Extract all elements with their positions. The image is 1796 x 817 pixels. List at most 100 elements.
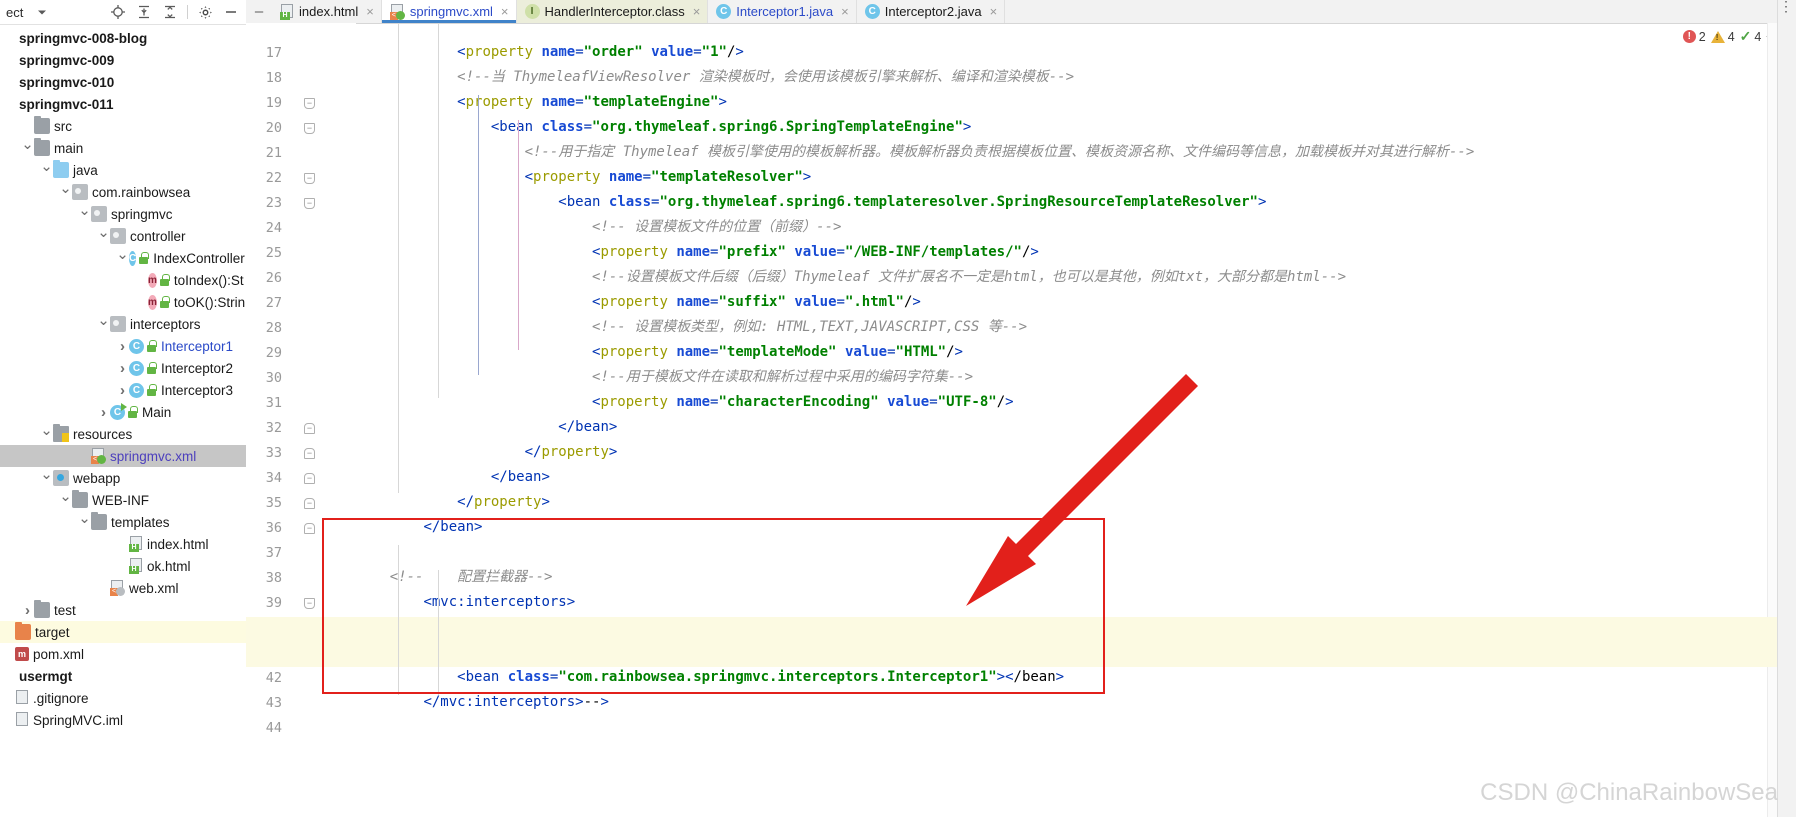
code-line[interactable]: <!--设置模板文件后缀（后缀）Thymeleaf 文件扩展名不一定是html，… — [356, 265, 1346, 290]
code-fold-toggle[interactable]: − — [304, 198, 315, 209]
close-tab-icon[interactable]: × — [366, 4, 374, 19]
editor-tab-bar[interactable]: – Hindex.html × < springmvc.xml × I HandlerInt… — [246, 0, 1796, 24]
code-line[interactable]: <property name="templateResolver"> — [356, 165, 812, 190]
code-fold-toggle[interactable]: − — [304, 123, 315, 134]
tree-item-gitignore[interactable]: .gitignore — [0, 687, 246, 709]
code-line[interactable]: <property name="order" value="1"/> — [356, 40, 744, 65]
chevron-down-icon[interactable] — [78, 207, 91, 222]
chevron-down-icon[interactable] — [40, 427, 53, 442]
tree-item-index-html[interactable]: Hindex.html — [0, 533, 246, 555]
code-fold-toggle[interactable]: − — [304, 98, 315, 109]
code-line[interactable]: <property name="suffix" value=".html"/> — [356, 290, 921, 315]
tree-item-templates[interactable]: templates — [0, 511, 246, 533]
code-line[interactable]: <bean class="org.thymeleaf.spring6.templ… — [356, 190, 1266, 215]
tree-item-src[interactable]: src — [0, 115, 246, 137]
chevron-down-icon[interactable] — [78, 515, 91, 530]
code-fold-toggle[interactable]: − — [304, 448, 315, 459]
tree-item-main[interactable]: C Main — [0, 401, 246, 423]
tree-item-com-rainbowsea[interactable]: com.rainbowsea — [0, 181, 246, 203]
code-line[interactable]: <!--当 ThymeleafViewResolver 渲染模板时，会使用该模板… — [356, 65, 1074, 90]
close-tab-icon[interactable]: × — [841, 4, 849, 19]
tree-item-springmvc[interactable]: springmvc — [0, 203, 246, 225]
tree-item-target[interactable]: target — [0, 621, 246, 643]
chevron-right-icon[interactable] — [116, 383, 129, 398]
chevron-down-icon[interactable] — [59, 185, 72, 200]
tree-item-main[interactable]: main — [0, 137, 246, 159]
tree-item-springmvc-009[interactable]: springmvc-009 — [0, 49, 246, 71]
chevron-down-icon[interactable] — [59, 493, 72, 508]
editor-gutter[interactable]: 17 18 19 − 20 − 21 22 − 23 − 24 25 26 27 28 29 30 31 32 − 33 −… — [246, 23, 356, 817]
code-line[interactable]: <!--用于指定 Thymeleaf 模板引擎使用的模板解析器。模板解析器负责根… — [356, 140, 1475, 165]
code-line[interactable]: </bean> — [356, 415, 617, 440]
code-line[interactable]: </property> — [356, 440, 618, 465]
chevron-down-icon[interactable] — [40, 163, 53, 178]
tree-item-web-inf[interactable]: WEB-INF — [0, 489, 246, 511]
tree-item-webapp[interactable]: webapp — [0, 467, 246, 489]
tree-item-java[interactable]: java — [0, 159, 246, 181]
more-options-icon[interactable]: ⋮ — [1779, 0, 1793, 13]
code-line[interactable]: <!--用于模板文件在读取和解析过程中采用的编码字符集--> — [356, 365, 973, 390]
chevron-down-icon[interactable] — [33, 3, 51, 21]
expand-all-icon[interactable] — [135, 3, 153, 21]
chevron-down-icon[interactable] — [40, 471, 53, 486]
tree-item-toindex-st[interactable]: m toIndex():St — [0, 269, 246, 291]
editor-tab-interceptor1-java[interactable]: C Interceptor1.java × — [708, 0, 857, 23]
tree-item-springmvc-iml[interactable]: SpringMVC.iml — [0, 709, 246, 731]
editor-tab-springmvc-xml[interactable]: < springmvc.xml × — [381, 0, 517, 23]
tree-item-test[interactable]: test — [0, 599, 246, 621]
code-line[interactable]: <mvc:interceptors> — [356, 590, 575, 615]
close-tab-icon[interactable]: × — [501, 4, 509, 19]
tree-item-interceptor3[interactable]: C Interceptor3 — [0, 379, 246, 401]
tree-item-usermgt[interactable]: usermgt — [0, 665, 246, 687]
project-tool-window[interactable]: ect springmvc-008-blog springmvc-009 sprin… — [0, 0, 247, 817]
collapse-all-icon[interactable] — [161, 3, 179, 21]
tree-item-springmvc-010[interactable]: springmvc-010 — [0, 71, 246, 93]
locate-icon[interactable] — [109, 3, 127, 21]
project-toolbar[interactable]: ect — [0, 0, 246, 25]
code-line[interactable]: <!-- 设置模板文件的位置（前缀）--> — [356, 215, 841, 240]
code-fold-toggle[interactable]: − — [304, 173, 315, 184]
tree-item-took-strin[interactable]: m toOK():Strin — [0, 291, 246, 313]
code-fold-toggle[interactable]: − — [304, 598, 315, 609]
chevron-right-icon[interactable] — [21, 603, 34, 618]
hide-panel-icon[interactable] — [222, 3, 240, 21]
code-line[interactable]: <property name="characterEncoding" value… — [356, 390, 1014, 415]
tree-item-indexcontroller[interactable]: C IndexController — [0, 247, 246, 269]
chevron-down-icon[interactable] — [97, 317, 110, 332]
code-line[interactable]: <bean class="com.rainbowsea.springmvc.in… — [356, 665, 1064, 690]
code-line[interactable]: </property> — [356, 490, 550, 515]
code-line[interactable]: </bean> — [356, 515, 482, 540]
tree-item-web-xml[interactable]: < web.xml — [0, 577, 246, 599]
close-tab-icon[interactable]: × — [990, 4, 998, 19]
code-line[interactable]: <!-- 设置模板类型，例如: HTML,TEXT,JAVASCRIPT,CSS… — [356, 315, 1027, 340]
code-editor[interactable]: <property name="order" value="1"/> <!--当… — [356, 23, 1768, 817]
code-line[interactable]: <property name="templateMode" value="HTM… — [356, 340, 963, 365]
tree-item-springmvc-008-blog[interactable]: springmvc-008-blog — [0, 27, 246, 49]
tree-item-ok-html[interactable]: Hok.html — [0, 555, 246, 577]
code-line[interactable]: <bean class="org.thymeleaf.spring6.Sprin… — [356, 115, 972, 140]
code-line[interactable]: <property name="templateEngine"> — [356, 90, 727, 115]
code-line[interactable]: <property name="prefix" value="/WEB-INF/… — [356, 240, 1039, 265]
editor-tab-interceptor2-java[interactable]: C Interceptor2.java × — [856, 0, 1006, 23]
code-fold-toggle[interactable]: − — [304, 423, 315, 434]
tree-item-resources[interactable]: resources — [0, 423, 246, 445]
project-tree[interactable]: springmvc-008-blog springmvc-009 springmvc… — [0, 25, 246, 731]
code-fold-toggle[interactable]: − — [304, 523, 315, 534]
tree-item-interceptor2[interactable]: C Interceptor2 — [0, 357, 246, 379]
code-line[interactable]: <!-- 配置拦截器--> — [356, 565, 553, 590]
tree-item-pom-xml[interactable]: m pom.xml — [0, 643, 246, 665]
close-tab-icon[interactable]: × — [693, 4, 701, 19]
gear-icon[interactable] — [196, 3, 214, 21]
code-fold-toggle[interactable]: − — [304, 473, 315, 484]
chevron-down-icon[interactable] — [116, 251, 129, 266]
editor-tab-handlerinterceptor-class[interactable]: I HandlerInterceptor.class × — [516, 0, 709, 23]
chevron-down-icon[interactable] — [21, 141, 34, 156]
chevron-right-icon[interactable] — [97, 405, 110, 420]
code-line[interactable]: </mvc:interceptors>--> — [356, 690, 608, 715]
tree-item-interceptor1[interactable]: C Interceptor1 — [0, 335, 246, 357]
tree-item-springmvc-xml[interactable]: < springmvc.xml — [0, 445, 246, 467]
tree-item-interceptors[interactable]: interceptors — [0, 313, 246, 335]
code-fold-toggle[interactable]: − — [304, 498, 315, 509]
chevron-right-icon[interactable] — [116, 339, 129, 354]
editor-tab-index-html[interactable]: Hindex.html × — [272, 0, 382, 23]
